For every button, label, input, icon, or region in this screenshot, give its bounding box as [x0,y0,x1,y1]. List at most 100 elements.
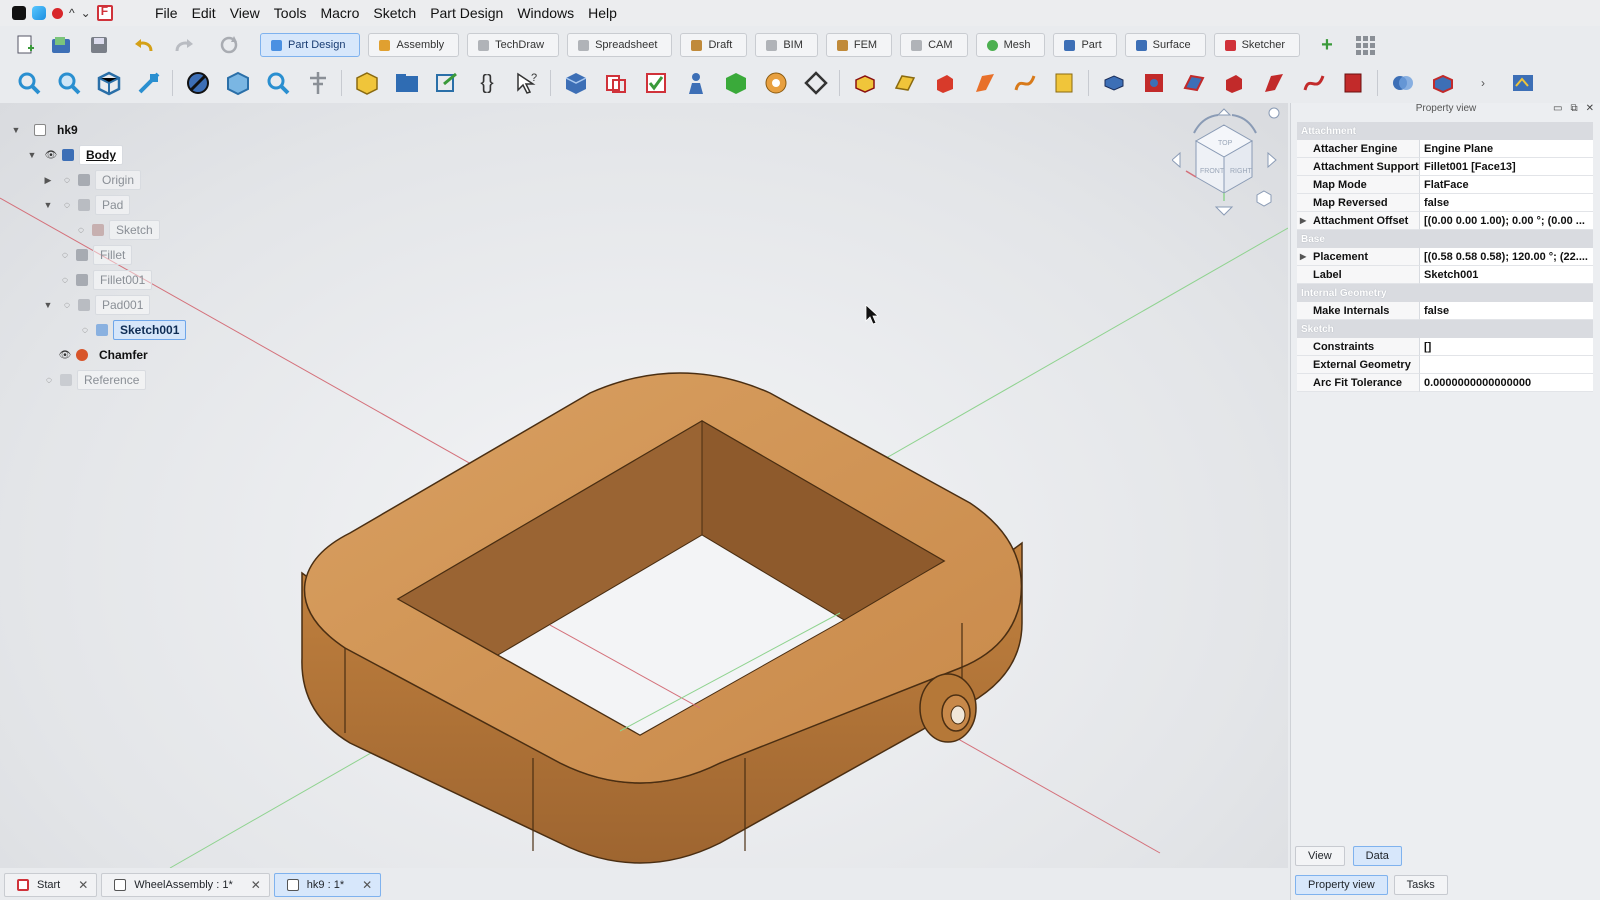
tree-item-chamfer[interactable]: 👁 Chamfer [58,345,154,365]
tree-item-fillet001[interactable]: ◌ Fillet001 [58,270,153,290]
property-row-placement[interactable]: ▶ Placement [(0.58 0.58 0.58); 120.00 °; … [1297,248,1593,266]
property-value[interactable] [1419,356,1593,374]
menu-windows[interactable]: Windows [510,5,581,21]
property-row-make-internals[interactable]: Make Internals false [1297,302,1593,320]
pipe-icon[interactable] [970,68,1000,98]
fit-all-icon[interactable] [14,68,44,98]
pad-icon[interactable] [850,68,880,98]
visibility-hidden-icon[interactable]: ◌ [42,375,56,386]
property-row-map-mode[interactable]: Map Mode FlatFace [1297,176,1593,194]
menu-macro[interactable]: Macro [313,5,366,21]
section-view-icon[interactable] [303,68,333,98]
zoom-box-icon[interactable] [263,68,293,98]
visibility-eye-icon[interactable]: 👁 [44,150,58,161]
expand-icon[interactable]: ▶ [1300,252,1306,261]
workbench-techdraw[interactable]: TechDraw [467,33,560,57]
helix-icon[interactable] [1010,68,1040,98]
revolution-icon[interactable] [890,68,920,98]
hole-icon[interactable] [1139,68,1169,98]
collapse-icon[interactable]: ▼ [10,125,22,135]
property-row-attachment-offset[interactable]: ▶ Attachment Offset [(0.00 0.00 1.00); 0.… [1297,212,1593,230]
create-body-icon[interactable] [561,68,591,98]
refresh-icon[interactable] [216,32,242,58]
datum-plane-icon[interactable] [801,68,831,98]
collapse-icon[interactable]: ▼ [26,150,38,160]
menu-help[interactable]: Help [581,5,624,21]
close-window-icon[interactable] [52,7,63,19]
close-panel-icon[interactable]: ✕ [1586,103,1594,114]
property-value[interactable]: 0.0000000000000000 [1419,374,1593,392]
tree-item-hk9[interactable]: ▼ hk9 [10,120,84,140]
property-value[interactable]: false [1419,302,1593,320]
bounding-box-icon[interactable] [223,68,253,98]
menu-tools[interactable]: Tools [267,5,314,21]
visibility-hidden-icon[interactable]: ◌ [78,325,92,336]
groove-icon[interactable] [1179,68,1209,98]
create-sketch-icon[interactable] [601,68,631,98]
close-tab-icon[interactable]: ✕ [251,878,261,892]
property-group-internal-geometry[interactable]: Internal Geometry [1297,284,1593,302]
visibility-eye-icon[interactable]: 👁 [58,350,72,361]
navcube-small-cube-icon[interactable] [1256,190,1272,207]
menu-edit[interactable]: Edit [185,5,223,21]
property-row-attachment-support[interactable]: Attachment Support Fillet001 [Face13] [1297,158,1593,176]
tab-property-view[interactable]: Property view [1295,875,1388,895]
open-document-icon[interactable] [48,32,74,58]
collapse-icon[interactable]: ▼ [42,300,54,310]
visibility-hidden-icon[interactable]: ◌ [60,200,74,211]
tree-item-body[interactable]: ▼ 👁 Body [26,145,123,165]
workbench-sketcher[interactable]: Sketcher [1213,33,1300,57]
property-value[interactable]: Engine Plane [1419,140,1593,158]
navcube-face-right[interactable]: RIGHT [1230,168,1253,175]
undo-icon[interactable] [132,32,158,58]
create-group-icon[interactable] [392,68,422,98]
clone-icon[interactable] [681,68,711,98]
menu-view[interactable]: View [223,5,267,21]
property-value[interactable]: Sketch001 [1419,266,1593,284]
macro-icon[interactable] [1508,68,1538,98]
redo-icon[interactable] [170,32,196,58]
part-body[interactable] [301,372,1023,864]
tree-item-origin[interactable]: ▶ ◌ Origin [42,170,142,190]
isometric-view-icon[interactable] [94,68,124,98]
navcube-face-top[interactable]: TOP [1218,140,1233,147]
fit-selection-icon[interactable] [54,68,84,98]
doc-tab-wheelassembly[interactable]: WheelAssembly : 1* ✕ [101,873,270,897]
measure-icon[interactable] [134,68,164,98]
undock-panel-icon[interactable]: ⧉ [1570,103,1577,114]
navcube-arrow-right-icon[interactable] [1267,151,1277,169]
tree-item-sketch[interactable]: ◌ Sketch [74,220,160,240]
visibility-hidden-icon[interactable]: ◌ [60,300,74,311]
draw-style-icon[interactable] [183,68,213,98]
create-part-icon[interactable] [352,68,382,98]
navcube-rotate-right-icon[interactable] [1231,114,1257,134]
visibility-hidden-icon[interactable]: ◌ [58,250,72,261]
tab-view[interactable]: View [1295,846,1345,866]
whats-this-icon[interactable]: ? [512,68,542,98]
pocket-icon[interactable] [1099,68,1129,98]
create-link-icon[interactable] [432,68,462,98]
additive-primitive-icon[interactable] [1050,68,1080,98]
menu-part-design[interactable]: Part Design [423,5,510,21]
tab-tasks[interactable]: Tasks [1393,875,1448,895]
overflow-chevron-icon[interactable]: › [1468,68,1498,98]
workbench-fem[interactable]: FEM [825,33,893,57]
tree-item-pad[interactable]: ▼ ◌ Pad [42,195,131,215]
property-value[interactable]: [] [1419,338,1593,356]
subtractive-pipe-icon[interactable] [1259,68,1289,98]
workbench-cam[interactable]: CAM [900,33,968,57]
save-icon[interactable] [86,32,112,58]
workbench-draft[interactable]: Draft [680,33,748,57]
property-row-label[interactable]: Label Sketch001 [1297,266,1593,284]
subshape-binder-icon[interactable] [761,68,791,98]
property-value[interactable]: FlatFace [1419,176,1593,194]
navcube-menu-icon[interactable] [1268,107,1280,119]
tab-data[interactable]: Data [1352,846,1402,866]
navcube-arrow-down-icon[interactable] [1214,206,1234,216]
visibility-hidden-icon[interactable]: ◌ [74,225,88,236]
chevron-down-icon[interactable]: ⌄ [81,6,91,20]
menu-sketch[interactable]: Sketch [366,5,423,21]
shape-binder-icon[interactable] [721,68,751,98]
chevron-up-icon[interactable]: ^ [69,6,75,20]
property-row-constraints[interactable]: Constraints [] [1297,338,1593,356]
